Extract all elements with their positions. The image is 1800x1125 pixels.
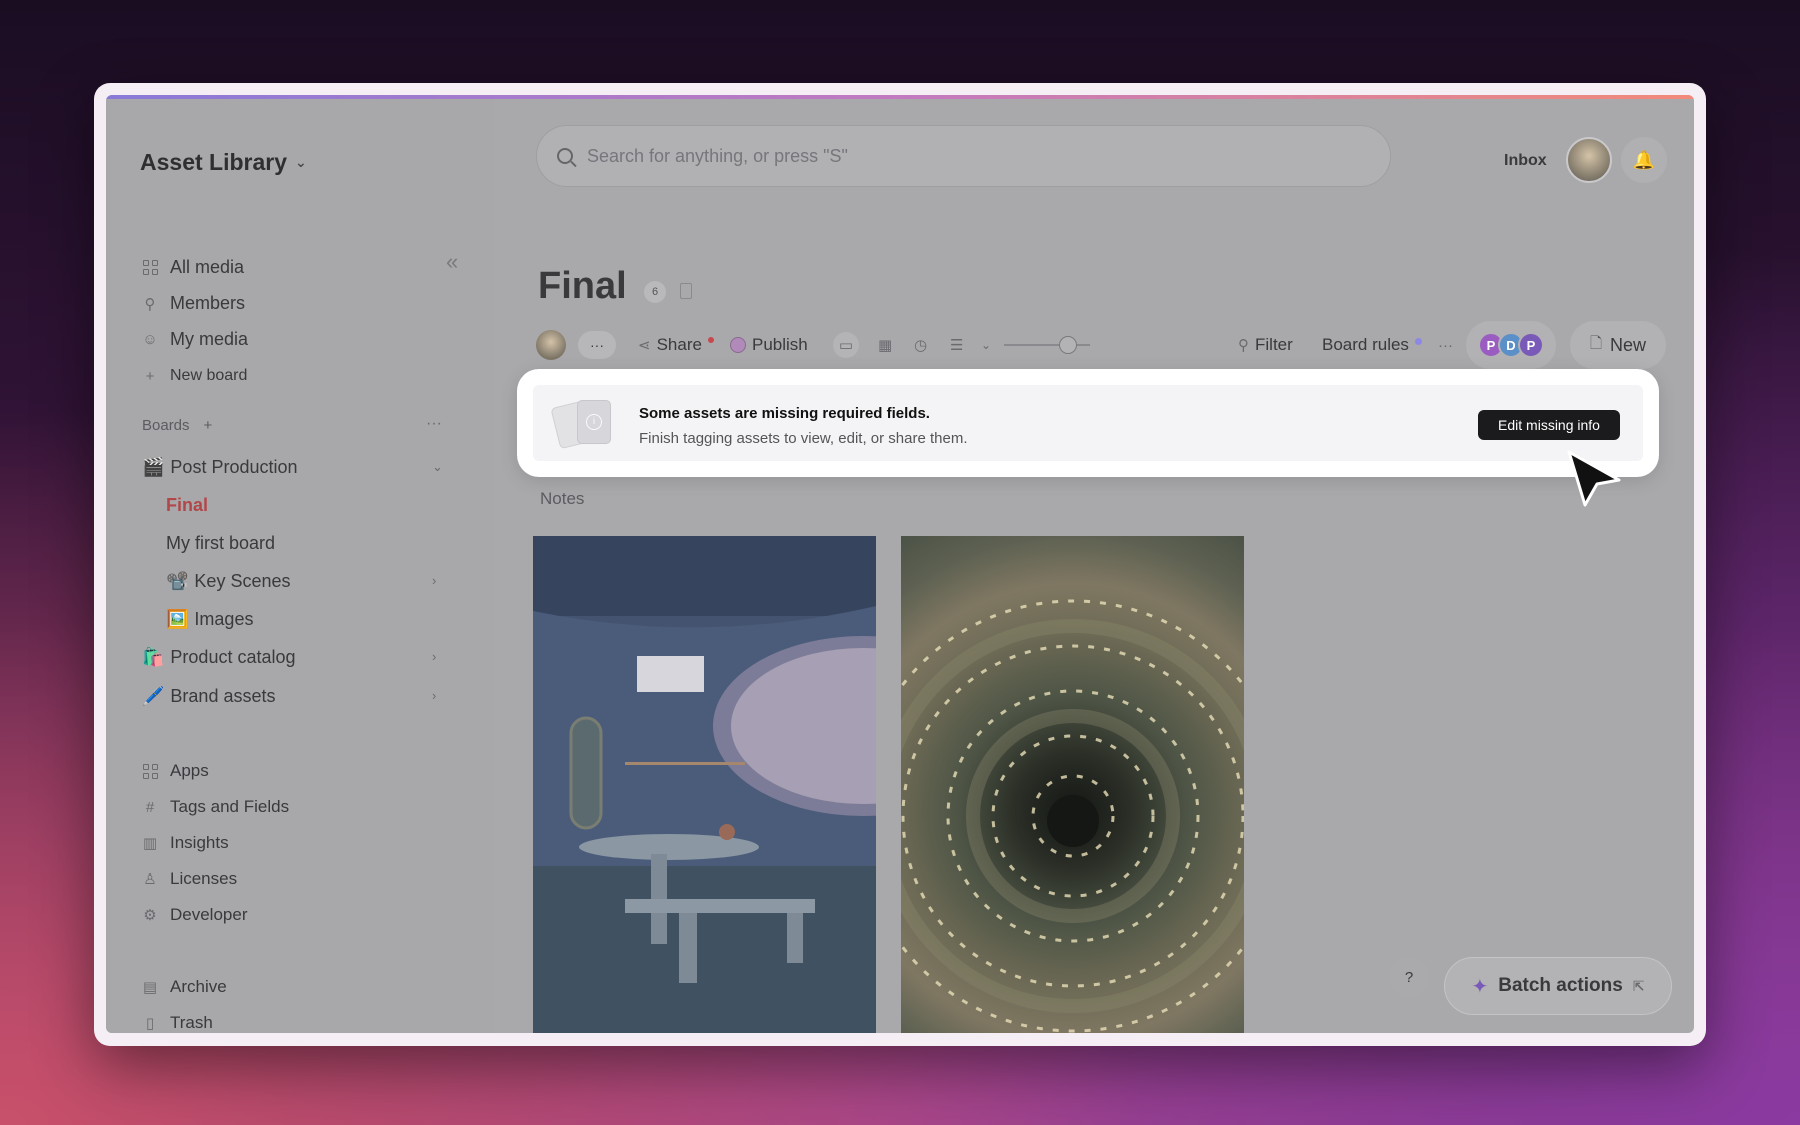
board-members[interactable]: ··· <box>536 323 616 367</box>
board-images[interactable]: 🖼️ Images <box>166 609 253 630</box>
trash-icon: ▯ <box>145 1015 155 1032</box>
new-file-icon: 🗋 <box>1589 334 1603 352</box>
workspace-name: Asset Library <box>140 149 288 175</box>
nav-developer[interactable]: ⚙ Developer <box>142 905 247 925</box>
avatar[interactable] <box>1566 137 1612 183</box>
asset-count-badge: 6 <box>644 281 666 303</box>
image-icon: 🖼️ <box>166 609 189 629</box>
zoom-slider-track[interactable] <box>1004 344 1090 346</box>
sparkle-icon: ✦ <box>1471 975 1489 998</box>
apps-icon <box>142 763 158 779</box>
nav-new-board[interactable]: + New board <box>142 367 248 385</box>
banner-title: Some assets are missing required fields. <box>639 405 930 422</box>
chevron-down-icon[interactable]: ⌄ <box>432 459 443 475</box>
missing-info-banner: i Some assets are missing required field… <box>517 369 1659 477</box>
developer-icon: ⚙ <box>143 907 157 924</box>
search-placeholder: Search for anything, or press "S" <box>587 145 848 166</box>
interior-image <box>533 536 876 1033</box>
page-title: Final <box>538 265 627 307</box>
globe-icon <box>730 337 746 353</box>
info-icon: i <box>586 414 602 430</box>
nav-members[interactable]: ⚲ Members <box>142 293 246 314</box>
board-my-first-board[interactable]: My first board <box>166 533 275 554</box>
clapper-icon: 🎬 <box>142 457 165 477</box>
asset-thumbnail-tunnel[interactable] <box>901 536 1244 1033</box>
hash-icon: # <box>145 798 155 816</box>
clock-icon[interactable]: ◷ <box>914 323 927 367</box>
archive-icon: ▤ <box>142 979 158 996</box>
batch-actions-button[interactable]: ✦ Batch actions ⇱ <box>1444 957 1672 1015</box>
nav-licenses[interactable]: ♙ Licenses <box>142 869 237 889</box>
boards-header: Boards + <box>142 417 213 434</box>
chevron-down-icon[interactable]: ⌄ <box>981 323 991 367</box>
arrow-up-left-icon: ⇱ <box>1632 977 1645 994</box>
chevron-down-icon: ⌄ <box>295 154 307 170</box>
asset-thumbnail-interior[interactable] <box>533 536 876 1033</box>
board-post-production[interactable]: 🎬 Post Production <box>142 457 298 478</box>
chevron-right-icon[interactable]: › <box>432 688 436 703</box>
more-icon[interactable]: ··· <box>426 415 442 433</box>
sidebar: Asset Library ⌄ « All media ⚲ Members ☺ … <box>106 99 494 1033</box>
nav-all-media[interactable]: All media <box>142 257 244 278</box>
chevron-right-icon[interactable]: › <box>432 649 436 664</box>
layout-icon[interactable]: ▦ <box>878 323 892 367</box>
bookmark-icon[interactable] <box>680 283 692 299</box>
search-icon: ⚲ <box>1238 337 1249 354</box>
new-button[interactable]: 🗋 New <box>1570 321 1666 369</box>
list-icon[interactable]: ☰ <box>950 323 963 367</box>
search-input[interactable]: Search for anything, or press "S" <box>536 125 1391 187</box>
board-toolbar: ··· ⋖ Share Publish ▭ ▦ ◷ ☰ ⌄ ⚲ Filter B… <box>536 321 1666 369</box>
plus-icon: + <box>145 367 155 385</box>
inbox-link[interactable]: Inbox <box>1504 152 1547 170</box>
chart-icon: ▥ <box>142 835 158 852</box>
share-icon: ⋖ <box>638 337 651 354</box>
share-button[interactable]: ⋖ Share <box>638 323 714 367</box>
grid-icon <box>142 260 158 276</box>
board-product-catalog[interactable]: 🛍️ Product catalog <box>142 647 296 668</box>
board-final[interactable]: Final <box>166 495 208 516</box>
edit-missing-info-button[interactable]: Edit missing info <box>1478 410 1620 440</box>
more-icon[interactable]: ··· <box>578 331 616 359</box>
missing-fields-illustration: i <box>550 398 617 450</box>
more-icon[interactable]: ··· <box>1438 323 1453 367</box>
app-window: Asset Library ⌄ « All media ⚲ Members ☺ … <box>106 95 1694 1033</box>
banner-subtitle: Finish tagging assets to view, edit, or … <box>639 430 968 447</box>
person-icon: ⚲ <box>144 295 156 313</box>
notes-label[interactable]: Notes <box>540 489 584 509</box>
share-indicator-dot <box>707 337 714 343</box>
folder-icon[interactable]: ▭ <box>833 323 859 367</box>
add-board-icon[interactable]: + <box>204 417 213 434</box>
projector-icon: 📽️ <box>166 571 189 591</box>
search-icon <box>557 148 573 164</box>
tunnel-image <box>901 599 1244 1033</box>
rules-indicator-dot <box>1414 337 1422 345</box>
board-brand-assets[interactable]: 🖊️ Brand assets <box>142 686 275 707</box>
license-icon: ♙ <box>143 871 157 888</box>
filter-button[interactable]: ⚲ Filter <box>1238 323 1293 367</box>
nav-my-media[interactable]: ☺ My media <box>142 329 248 350</box>
chevron-right-icon[interactable]: › <box>432 573 436 588</box>
mouse-cursor-icon <box>1567 450 1621 507</box>
shopping-bag-icon: 🛍️ <box>142 647 165 667</box>
nav-insights[interactable]: ▥ Insights <box>142 833 229 853</box>
collaborators[interactable]: P D P <box>1466 321 1556 369</box>
pen-icon: 🖊️ <box>142 686 165 706</box>
publish-button[interactable]: Publish <box>730 323 808 367</box>
zoom-slider-thumb[interactable] <box>1059 336 1077 354</box>
bell-icon[interactable]: 🔔 <box>1621 137 1667 183</box>
collapse-sidebar-icon[interactable]: « <box>446 249 458 275</box>
nav-apps[interactable]: Apps <box>142 761 209 781</box>
collaborator-avatar: P <box>1518 332 1544 358</box>
board-rules-button[interactable]: Board rules <box>1322 323 1422 367</box>
nav-trash[interactable]: ▯ Trash <box>142 1013 213 1033</box>
nav-archive[interactable]: ▤ Archive <box>142 977 227 997</box>
board-key-scenes[interactable]: 📽️ Key Scenes <box>166 571 290 592</box>
nav-tags-and-fields[interactable]: # Tags and Fields <box>142 797 289 817</box>
banner-body: i Some assets are missing required field… <box>533 385 1643 461</box>
workspace-switcher[interactable]: Asset Library ⌄ <box>140 149 307 176</box>
avatar <box>536 330 566 360</box>
smile-icon: ☺ <box>142 331 158 348</box>
help-button[interactable]: ? <box>1389 957 1429 997</box>
